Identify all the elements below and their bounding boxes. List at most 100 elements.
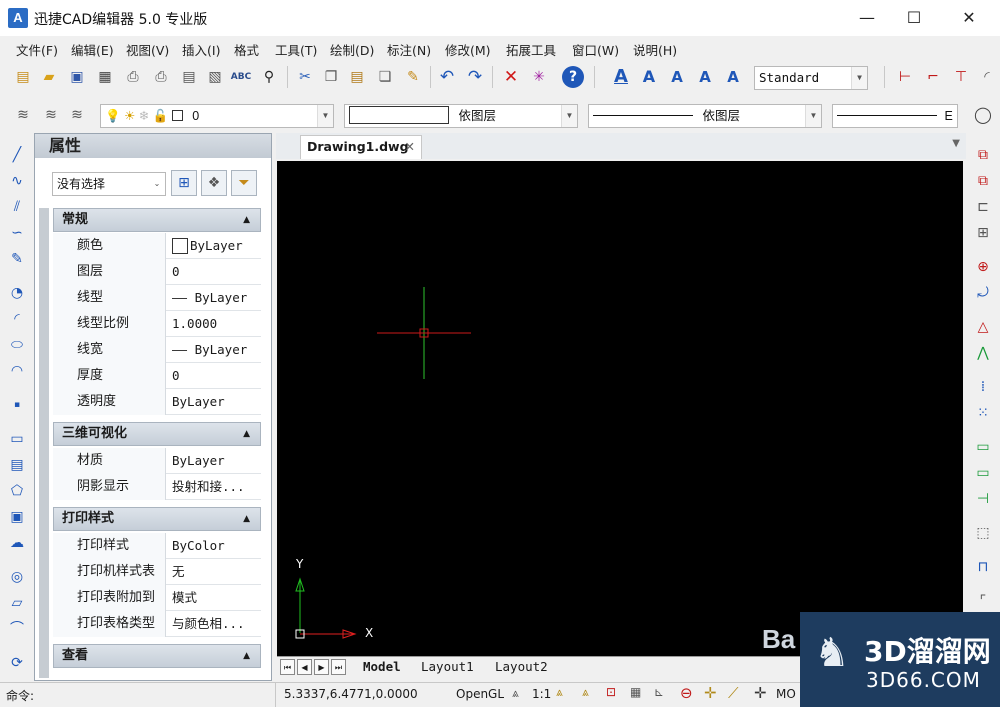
circle-icon[interactable]: ◔ [6,282,28,304]
property-value[interactable]: —— ByLayer [167,337,261,363]
mirror-icon[interactable]: ⧉ [972,170,994,192]
layer-previous-icon[interactable]: ≋ [40,104,62,126]
property-row[interactable]: 材质 ByLayer [53,448,261,474]
line-icon[interactable]: ╱ [6,144,28,166]
multiline-text-icon[interactable]: A [666,66,688,88]
menu-window[interactable]: 窗口(W) [572,40,619,59]
fillet-icon[interactable]: ⌜ [972,590,994,612]
menu-view[interactable]: 视图(V) [126,40,169,59]
selection-select[interactable]: 没有选择 ⌄ [52,172,166,196]
rotate-icon[interactable]: ⤾ [972,282,994,304]
edit-text-icon[interactable]: A [694,66,716,88]
trim-icon[interactable]: ⁞ [972,376,994,398]
menu-dimension[interactable]: 标注(N) [387,40,431,59]
snap-icon[interactable]: ⊡ [606,685,616,699]
property-row[interactable]: 打印样式 ByColor [53,533,261,559]
copy-icon[interactable]: ❐ [320,66,342,88]
menu-help[interactable]: 说明(H) [633,40,677,59]
tab-drawing1[interactable]: Drawing1.dwg ✕ [300,135,422,159]
menu-file[interactable]: 文件(F) [16,40,58,59]
polar-icon[interactable]: ⊖ [680,684,693,702]
property-value[interactable]: ByColor [167,533,261,559]
auto-scale-icon[interactable]: ⩓ [582,685,589,700]
property-row[interactable]: 厚度 0 [53,363,261,389]
menu-draw[interactable]: 绘制(D) [330,40,374,59]
render-mode[interactable]: OpenGL [456,687,504,701]
delete-icon[interactable]: ✕ [500,66,522,88]
polyline-icon[interactable]: ∿ [6,170,28,192]
section-3d-visualization[interactable]: 三维可视化 ▲ [53,422,261,446]
paste-special-icon[interactable]: ❏ [374,66,396,88]
text-style-icon[interactable]: A [610,66,632,88]
ortho-icon[interactable]: ⊾ [654,685,664,699]
last-layout-icon[interactable]: ⏭ [331,659,346,675]
find-binoculars-icon[interactable]: ⚲ [258,66,280,88]
property-value[interactable]: 0 [167,363,261,389]
cut-icon[interactable]: ✂ [294,66,316,88]
property-row[interactable]: 线型 —— ByLayer [53,285,261,311]
match-properties-brush-icon[interactable]: ✎ [402,66,424,88]
property-value[interactable]: —— ByLayer [167,285,261,311]
single-line-text-icon[interactable]: A [638,66,660,88]
spell-check-icon[interactable]: ABC [230,66,252,88]
text-style-select[interactable]: Standard ▼ [754,66,868,90]
property-value[interactable]: 投射和接... [167,474,261,500]
layer-manager-icon[interactable]: ≋ [12,104,34,126]
property-row[interactable]: 颜色 ByLayer [53,233,261,259]
scale-icon[interactable]: △ [972,316,994,338]
property-row[interactable]: 打印机样式表无 [53,559,261,585]
3d-box-icon[interactable]: ⬚ [972,522,994,544]
save-all-icon[interactable]: ▦ [94,66,116,88]
property-value[interactable]: 与颜色相... [167,611,261,637]
tab-layout2[interactable]: Layout2 [495,659,548,674]
tab-list-chevron-icon[interactable]: ▼ [952,138,960,149]
layer-select[interactable]: 💡 ☀ ❄ 🔓 0 ▼ [100,104,334,128]
join-icon[interactable]: ▭ [972,462,994,484]
polygon-icon[interactable]: ⬠ [6,480,28,502]
ellipse-arc-icon[interactable]: ◠ [6,360,28,382]
section-plot-style[interactable]: 打印样式 ▲ [53,507,261,531]
menu-insert[interactable]: 插入(I) [182,40,220,59]
stretch-icon[interactable]: ⋀ [972,342,994,364]
wipeout-icon[interactable]: ▱ [6,592,28,614]
lineweight-toggle-icon[interactable]: ✛ [754,684,767,702]
publish-icon[interactable]: ▤ [178,66,200,88]
menu-edit[interactable]: 编辑(E) [71,40,114,59]
layer-state-icon[interactable]: ≋ [66,104,88,126]
property-value[interactable]: ByLayer [167,389,261,415]
find-text-icon[interactable]: A [722,66,744,88]
section-view[interactable]: 查看 ▲ [53,644,261,668]
property-row[interactable]: 打印表格类型 与颜色相... [53,611,261,637]
property-row[interactable]: 阴影显示 投射和接... [53,474,261,500]
property-row[interactable]: 线型比例 1.0000 [53,311,261,337]
rectangle-icon[interactable]: ▭ [6,428,28,450]
section-general[interactable]: 常规 ▲ [53,208,261,232]
spline-icon[interactable]: ∽ [6,222,28,244]
arc-icon[interactable]: ◯ [972,104,994,126]
property-value[interactable]: ByLayer [167,448,261,474]
offset-icon[interactable]: ⊏ [972,196,994,218]
property-value[interactable]: 1.0000 [167,311,261,337]
point-icon[interactable]: ▪ [6,394,28,416]
hatch-icon[interactable]: ▤ [6,454,28,476]
menu-modify[interactable]: 修改(M) [445,40,491,59]
refresh-icon[interactable]: ⟳ [6,652,28,674]
region-icon[interactable]: ▣ [6,506,28,528]
paste-icon[interactable]: ▤ [346,66,368,88]
break-icon[interactable]: ▭ [972,436,994,458]
maximize-button[interactable]: ☐ [891,0,937,36]
print-icon[interactable]: ⎙ [122,66,144,88]
property-value[interactable]: 0 [167,259,261,285]
help-icon[interactable]: ? [562,66,584,88]
close-icon[interactable]: ✕ [405,136,415,158]
property-value[interactable]: 模式 [167,585,261,611]
ordinate-dimension-icon[interactable]: ⊤ [950,66,972,88]
drawing-canvas[interactable]: Y X [277,161,963,656]
menu-extend-tools[interactable]: 拓展工具 [506,40,556,59]
filter-icon[interactable]: ⏷ [231,170,257,196]
osnap-icon[interactable]: ✛ [704,684,717,702]
property-value[interactable]: 无 [167,559,261,585]
tab-model[interactable]: Model [363,659,401,674]
prev-layout-icon[interactable]: ◀ [297,659,312,675]
property-row[interactable]: 透明度 ByLayer [53,389,261,415]
